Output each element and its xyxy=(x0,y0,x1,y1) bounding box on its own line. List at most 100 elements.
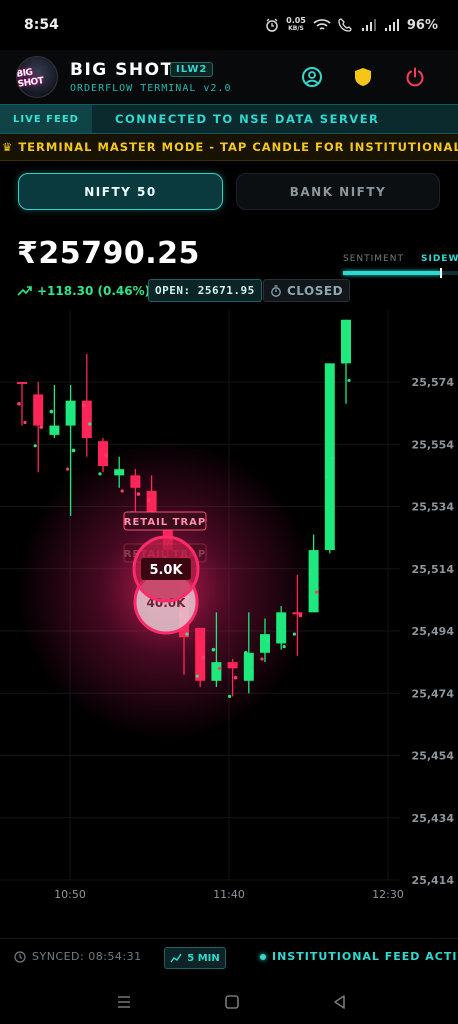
timeframe-label: 5 MIN xyxy=(187,952,220,964)
flow-dot xyxy=(331,456,335,461)
app-subtitle: ORDERFLOW TERMINAL v2.0 xyxy=(70,83,232,94)
live-dot-icon xyxy=(260,953,266,960)
stopwatch-icon xyxy=(271,284,281,297)
flow-dot xyxy=(17,401,21,406)
y-tick-label: 25,414 xyxy=(412,874,455,887)
connection-bar: LIVE FEED CONNECTED TO NSE DATA SERVER xyxy=(0,104,458,134)
candle-body xyxy=(130,475,141,488)
tab-nifty-50[interactable]: NIFTY 50 xyxy=(18,173,223,210)
market-status: CLOSED xyxy=(263,279,351,302)
flow-dot xyxy=(23,420,27,425)
y-tick-label: 25,514 xyxy=(412,563,455,576)
flow-dot xyxy=(308,571,313,576)
signal-icon xyxy=(361,19,376,31)
app-header: BIG SHOT BIG SHOT ILW2 ORDERFLOW TERMINA… xyxy=(0,50,458,104)
sync-time: SYNCED: 08:54:31 xyxy=(32,950,142,963)
home-icon[interactable] xyxy=(222,992,242,1012)
menu-icon[interactable] xyxy=(114,992,134,1012)
flow-dot xyxy=(260,657,264,661)
institutional-feed-text: INSTITUTIONAL FEED ACTIVE xyxy=(272,950,458,963)
change-row: +118.30 (0.46%) xyxy=(17,280,150,302)
footer-bar: SYNCED: 08:54:31 5 MIN INSTITUTIONAL FEE… xyxy=(0,938,458,978)
power-icon[interactable] xyxy=(404,66,426,88)
flow-dot xyxy=(49,409,54,414)
user-circle-icon[interactable] xyxy=(301,66,323,88)
flow-dot xyxy=(292,632,296,636)
battery-level: 96% xyxy=(406,17,438,33)
flow-dot xyxy=(104,453,108,457)
flow-dot xyxy=(39,425,43,429)
flow-dot xyxy=(185,632,189,636)
y-tick-label: 25,534 xyxy=(412,501,455,514)
trend-up-icon xyxy=(17,286,32,296)
flow-dot xyxy=(66,467,70,471)
flow-dot xyxy=(341,359,345,364)
net-speed-unit: KB/S xyxy=(288,25,304,32)
candle-body xyxy=(195,627,206,681)
last-price: ₹25790.25 xyxy=(17,236,200,271)
candle-body xyxy=(341,319,351,364)
flow-dot xyxy=(217,666,221,670)
y-tick-label: 25,494 xyxy=(412,625,455,638)
clock-icon xyxy=(14,950,26,963)
flow-dot xyxy=(276,626,281,630)
crown-icon: ♛ xyxy=(2,140,14,154)
flow-dot xyxy=(201,655,205,660)
institutional-feed-status: INSTITUTIONAL FEED ACTIVE xyxy=(260,950,458,963)
sentiment-meter-fill xyxy=(343,271,441,275)
logo-text: BIG SHOT xyxy=(16,67,45,90)
flow-dot xyxy=(325,475,329,479)
flow-dot xyxy=(82,403,86,408)
y-tick-label: 25,574 xyxy=(412,376,455,389)
sync-status: SYNCED: 08:54:31 xyxy=(14,950,142,963)
flow-dot xyxy=(120,489,124,493)
sentiment-meter xyxy=(343,268,458,278)
chart-line-icon xyxy=(170,953,182,963)
status-bar: 8:54 0.05 KB/S 96% xyxy=(0,0,458,50)
flow-dot xyxy=(114,470,118,475)
flow-dot xyxy=(88,422,92,426)
flow-dot xyxy=(244,650,248,655)
status-time: 8:54 xyxy=(24,17,59,33)
master-mode-row: ♛ TERMINAL MASTER MODE - TAP CANDLE FOR … xyxy=(2,140,458,154)
x-tick-label: 11:40 xyxy=(213,888,245,901)
volume-bubble-label: 5.0K xyxy=(149,563,183,578)
shield-icon[interactable] xyxy=(352,66,374,88)
market-status-text: CLOSED xyxy=(287,283,344,298)
signal-icon-2 xyxy=(384,19,399,31)
system-nav-bar xyxy=(0,980,458,1024)
candle-body xyxy=(17,382,27,384)
candle-body xyxy=(243,652,254,681)
candle-body xyxy=(211,662,222,681)
flow-dot xyxy=(250,669,254,674)
flow-dot xyxy=(55,428,60,432)
candle-body xyxy=(308,550,319,613)
candlestick-chart[interactable]: RETAIL TRAPRETAIL TRAP40.0K5.0K 25,57425… xyxy=(0,310,458,910)
flow-dot xyxy=(211,647,216,652)
net-speed: 0.05 KB/S xyxy=(286,17,306,33)
x-tick-label: 12:30 xyxy=(372,888,404,901)
flow-dot xyxy=(98,472,102,476)
flow-dot xyxy=(298,613,303,618)
flow-dot xyxy=(71,448,76,453)
app-logo: BIG SHOT xyxy=(16,56,58,98)
app-badge: ILW2 xyxy=(170,62,214,77)
candle-body xyxy=(33,394,44,426)
back-icon[interactable] xyxy=(330,992,350,1012)
flow-dot xyxy=(315,590,319,594)
y-tick-label: 25,554 xyxy=(412,438,455,451)
net-speed-value: 0.05 xyxy=(286,16,306,25)
status-icons: 0.05 KB/S 96% xyxy=(265,17,438,33)
flow-dot xyxy=(282,644,286,649)
tab-bank-nifty[interactable]: BANK NIFTY xyxy=(236,173,440,210)
sentiment-value: SIDEWA xyxy=(421,254,458,264)
master-mode-text: TERMINAL MASTER MODE - TAP CANDLE FOR IN… xyxy=(18,140,458,154)
alarm-icon xyxy=(266,18,278,32)
flow-dot xyxy=(195,674,199,678)
flow-dot xyxy=(146,498,151,503)
sentiment-label: SENTIMENT xyxy=(343,254,404,264)
timeframe-button[interactable]: 5 MIN xyxy=(164,947,226,969)
flow-dot xyxy=(233,675,238,680)
live-feed-label: LIVE FEED xyxy=(0,105,92,133)
master-mode-banner: ♛ TERMINAL MASTER MODE - TAP CANDLE FOR … xyxy=(0,134,458,161)
